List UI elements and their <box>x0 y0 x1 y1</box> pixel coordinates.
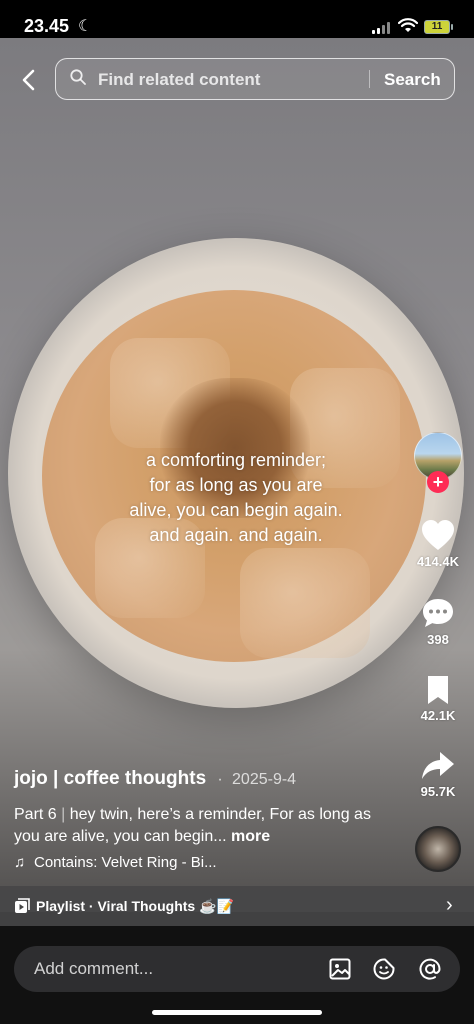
caption-part: Part 6 <box>14 806 57 823</box>
share-count: 95.7K <box>420 784 456 799</box>
wifi-icon <box>398 18 418 32</box>
video-overlay-text: a comforting reminder; for as long as yo… <box>80 448 392 548</box>
mention-icon[interactable] <box>418 957 442 981</box>
chevron-right-icon: › <box>446 894 453 916</box>
author-row: jojo | coffee thoughts · 2025-9-4 <box>14 768 394 790</box>
comment-count: 398 <box>427 632 449 647</box>
author-name[interactable]: jojo | coffee thoughts <box>14 768 206 789</box>
image-icon[interactable] <box>328 957 352 981</box>
moon-icon: ☾ <box>78 18 93 35</box>
save-button[interactable]: 42.1K <box>406 674 470 723</box>
music-note-icon: ♫ <box>14 854 26 871</box>
save-count: 42.1K <box>420 708 456 723</box>
post-meta: jojo | coffee thoughts · 2025-9-4 Part 6… <box>14 768 394 871</box>
comment-input[interactable]: Add comment... <box>14 946 460 992</box>
music-disc[interactable] <box>415 826 461 872</box>
overlay-line: for as long as you are <box>149 475 323 495</box>
music-title: Velvet Ring - Bi... <box>101 854 217 871</box>
post-caption[interactable]: Part 6 | hey twin, here’s a reminder, Fo… <box>14 804 394 848</box>
chevron-left-icon <box>22 69 35 91</box>
music-row[interactable]: ♫ Contains: Velvet Ring - Bi... <box>14 854 394 871</box>
like-count: 414.4K <box>417 554 459 569</box>
sticker-icon[interactable] <box>372 957 396 981</box>
status-bar: 23.45 ☾ 11 <box>0 0 474 38</box>
like-button[interactable]: 414.4K <box>406 518 470 569</box>
comment-bar: Add comment... <box>0 926 474 1024</box>
battery-icon: 11 <box>424 20 450 34</box>
comment-bubble-icon <box>423 599 453 627</box>
overlay-line: and again. and again. <box>149 525 323 545</box>
caption-text: hey twin, here’s a reminder, For as long… <box>14 806 371 845</box>
overlay-line: a comforting reminder; <box>145 450 327 470</box>
playlist-icon <box>15 898 30 913</box>
caption-divider: | <box>61 806 66 823</box>
search-button[interactable]: Search <box>384 70 441 90</box>
search-field[interactable]: Find related content Search <box>55 58 455 100</box>
signal-icon <box>372 22 394 34</box>
back-button[interactable] <box>14 64 42 96</box>
more-link[interactable]: more <box>231 828 270 845</box>
comment-button[interactable]: 398 <box>406 596 470 647</box>
playlist-bar[interactable]: Playlist · Viral Thoughts ☕📝 › <box>0 886 474 926</box>
battery-level: 11 <box>431 21 443 32</box>
follow-button[interactable]: + <box>427 471 449 493</box>
search-placeholder: Find related content <box>98 70 261 89</box>
ice-cube <box>240 548 370 658</box>
overlay-line: alive, you can begin again. <box>129 500 343 520</box>
share-arrow-icon <box>422 752 454 779</box>
status-time: 23.45 <box>24 16 70 36</box>
post-date: 2025-9-4 <box>232 771 297 788</box>
home-indicator <box>152 1010 322 1015</box>
heart-icon <box>422 520 454 550</box>
post-date-separator: · <box>217 771 223 788</box>
top-search-bar: Find related content Search <box>0 58 474 102</box>
search-divider <box>369 70 370 88</box>
comment-placeholder: Add comment... <box>34 959 154 978</box>
battery-cap <box>451 24 453 30</box>
share-button[interactable]: 95.7K <box>406 750 470 799</box>
music-prefix: Contains: <box>34 854 98 871</box>
search-icon <box>70 69 86 85</box>
playlist-label: Playlist · Viral Thoughts ☕📝 <box>36 898 234 914</box>
bookmark-icon <box>428 676 448 704</box>
